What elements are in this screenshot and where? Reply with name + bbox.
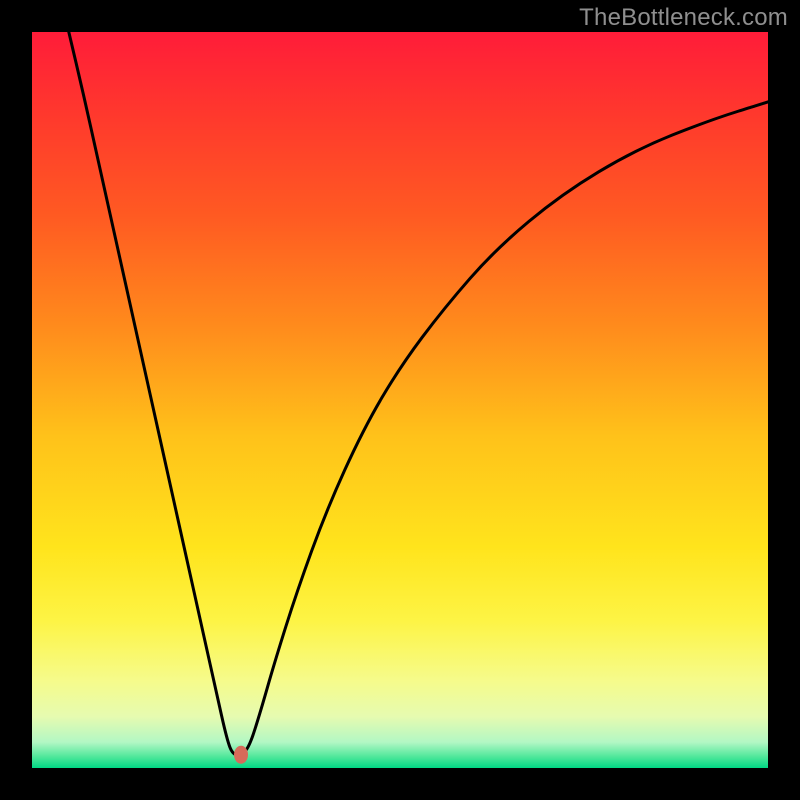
minimum-marker xyxy=(234,746,248,764)
watermark-text: TheBottleneck.com xyxy=(579,4,788,32)
chart-frame: TheBottleneck.com xyxy=(0,0,800,800)
chart-svg xyxy=(32,32,768,768)
plot-area xyxy=(32,32,768,768)
